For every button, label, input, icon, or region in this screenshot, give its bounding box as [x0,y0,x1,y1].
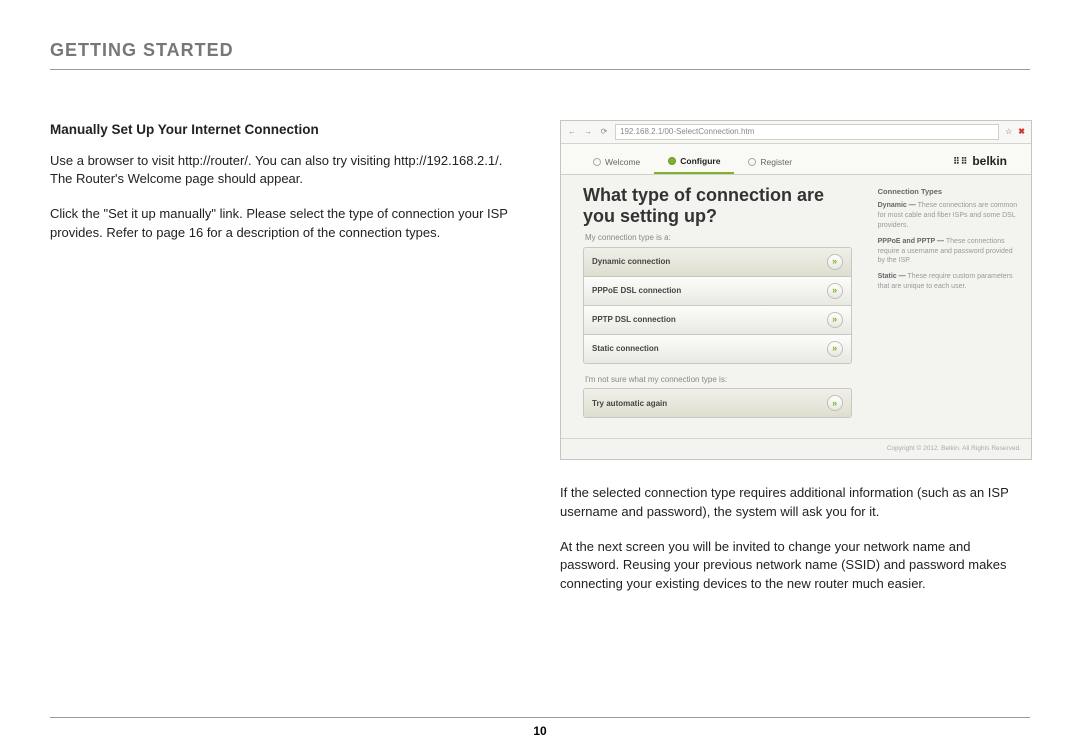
bottom-rule [50,717,1030,718]
chevron-right-icon: » [827,312,843,328]
left-column: Manually Set Up Your Internet Connection… [50,120,520,610]
section-title: GETTING STARTED [50,40,234,60]
body-text: At the next screen you will be invited t… [560,538,1030,595]
tab-configure: Configure [654,150,734,174]
brand-dots-icon: ⠿⠿ [953,155,968,168]
app-footer: Copyright © 2012. Belkin. All Rights Res… [561,438,1031,458]
tab-register: Register [734,151,806,173]
sidebar-item: Static — These require custom parameters… [878,272,1019,292]
chevron-right-icon: » [827,254,843,270]
subsection-heading: Manually Set Up Your Internet Connection [50,120,520,140]
option-pptp: PPTP DSL connection» [584,306,851,335]
option-dynamic: Dynamic connection» [584,248,851,277]
stop-icon: ✖ [1018,126,1025,138]
tab-welcome: Welcome [579,151,654,173]
browser-toolbar: ← → ⟳ 192.168.2.1/00-SelectConnection.ht… [561,121,1031,144]
star-icon: ☆ [1005,126,1012,138]
reload-icon: ⟳ [599,127,609,137]
chevron-right-icon: » [827,283,843,299]
page-number: 10 [0,724,1080,738]
body-text: If the selected connection type requires… [560,484,1030,522]
chevron-right-icon: » [827,395,843,411]
right-column: ← → ⟳ 192.168.2.1/00-SelectConnection.ht… [560,120,1030,610]
body-text: Use a browser to visit http://router/. Y… [50,152,520,190]
forward-icon: → [583,127,593,137]
option-try-automatic: Try automatic again» [584,389,851,417]
sidebar-item: PPPoE and PPTP — These connections requi… [878,237,1019,266]
sidebar-title: Connection Types [878,187,1019,198]
body-text: Click the "Set it up manually" link. Ple… [50,205,520,243]
sidebar-item: Dynamic — These connections are common f… [878,201,1019,230]
url-bar: 192.168.2.1/00-SelectConnection.htm [615,124,999,140]
back-icon: ← [567,127,577,137]
option-static: Static connection» [584,335,851,363]
brand-logo: ⠿⠿ belkin [953,153,1013,170]
page-heading: What type of connection are you setting … [583,185,852,226]
auto-option: Try automatic again» [583,388,852,418]
group-label: My connection type is a: [585,232,852,244]
option-pppoe: PPPoE DSL connection» [584,277,851,306]
connection-options: Dynamic connection» PPPoE DSL connection… [583,247,852,364]
wizard-tabs: Welcome Configure Register ⠿⠿ belkin [561,144,1031,175]
chevron-right-icon: » [827,341,843,357]
sidebar-help: Connection Types Dynamic — These connect… [866,175,1031,439]
group-label: I'm not sure what my connection type is: [585,374,852,386]
embedded-screenshot: ← → ⟳ 192.168.2.1/00-SelectConnection.ht… [560,120,1032,460]
